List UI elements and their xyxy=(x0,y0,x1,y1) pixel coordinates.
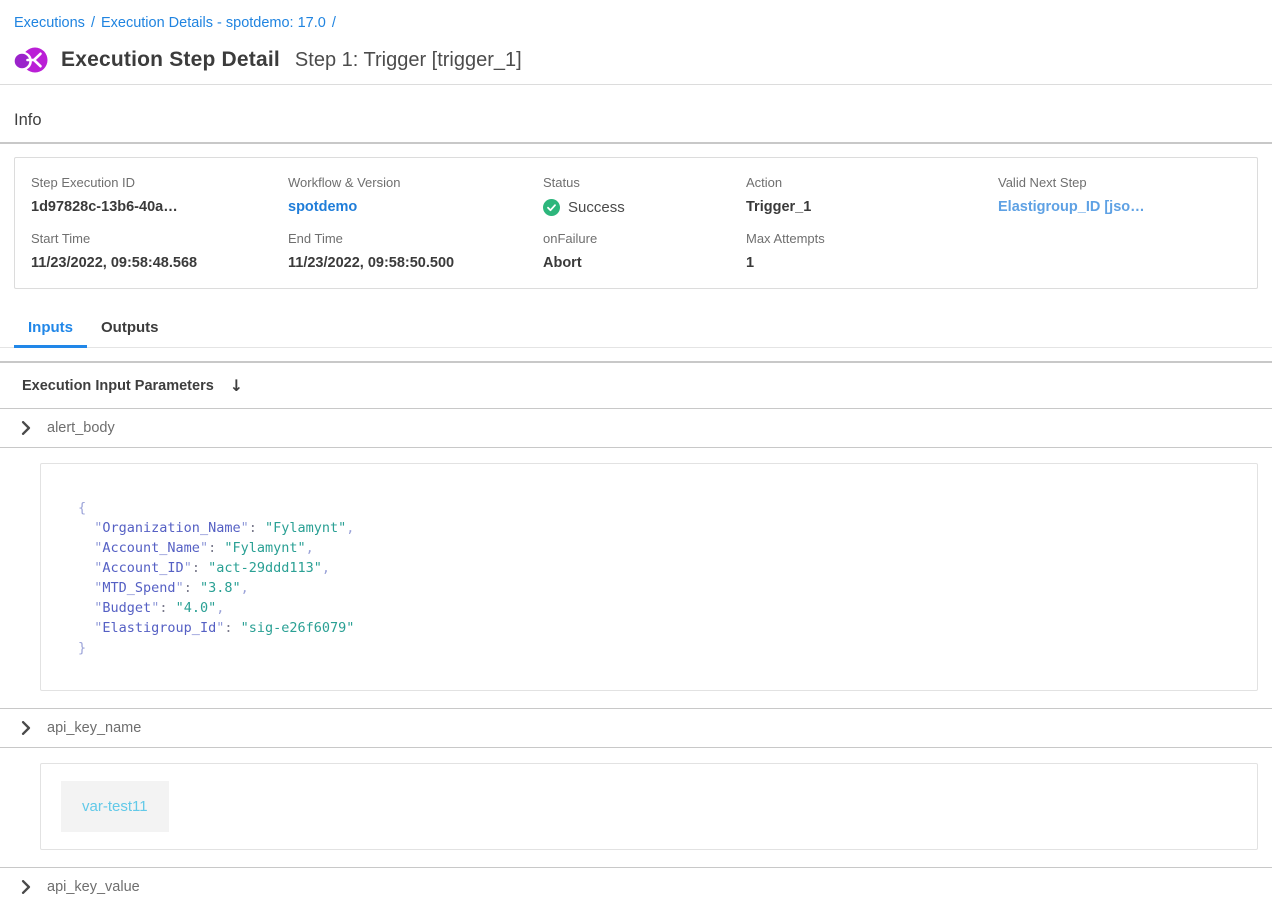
section-row-api-key-name[interactable]: api_key_name xyxy=(0,708,1272,748)
field-label: End Time xyxy=(288,231,543,246)
execution-input-parameters-label: Execution Input Parameters xyxy=(22,378,214,394)
valid-next-step-link[interactable]: Elastigroup_ID [jso… xyxy=(998,199,1241,215)
field-step-execution-id: Step Execution ID 1d97828c-13b6-40a… xyxy=(31,175,288,216)
breadcrumb-link-execution-details[interactable]: Execution Details - spotdemo: 17.0 xyxy=(101,15,326,31)
field-workflow-version: Workflow & Version spotdemo xyxy=(288,175,543,216)
page-subtitle: Step 1: Trigger [trigger_1] xyxy=(295,49,522,72)
breadcrumb-link-executions[interactable]: Executions xyxy=(14,15,85,31)
field-label: Status xyxy=(543,175,746,190)
section-label: api_key_value xyxy=(47,879,140,895)
field-max-attempts: Max Attempts 1 xyxy=(746,231,998,271)
divider xyxy=(0,142,1272,144)
tab-outputs[interactable]: Outputs xyxy=(87,313,173,348)
divider xyxy=(0,84,1272,85)
json-code-block: { "Organization_Name": "Fylamynt", "Acco… xyxy=(41,464,1257,658)
arrow-down-icon[interactable]: ↓ xyxy=(230,376,243,395)
field-value: 1 xyxy=(746,255,998,271)
api-key-name-value-card: var-test11 xyxy=(40,763,1258,850)
field-end-time: End Time 11/23/2022, 09:58:50.500 xyxy=(288,231,543,271)
success-check-icon xyxy=(543,199,560,216)
field-label: Step Execution ID xyxy=(31,175,288,190)
status-badge: Success xyxy=(568,199,625,216)
field-value: 11/23/2022, 09:58:50.500 xyxy=(288,255,543,271)
chevron-right-icon xyxy=(20,880,32,894)
field-label: Start Time xyxy=(31,231,288,246)
tab-inputs[interactable]: Inputs xyxy=(14,313,87,348)
section-row-api-key-value[interactable]: api_key_value xyxy=(0,867,1272,906)
field-action: Action Trigger_1 xyxy=(746,175,998,216)
page-header: Execution Step Detail Step 1: Trigger [t… xyxy=(14,44,1258,76)
breadcrumb: Executions / Execution Details - spotdemo:… xyxy=(0,0,1272,31)
field-value: 11/23/2022, 09:58:48.568 xyxy=(31,255,288,271)
field-start-time: Start Time 11/23/2022, 09:58:48.568 xyxy=(31,231,288,271)
field-value: Trigger_1 xyxy=(746,199,998,215)
field-label: onFailure xyxy=(543,231,746,246)
field-status: Status Success xyxy=(543,175,746,216)
execution-input-parameters-header[interactable]: Execution Input Parameters ↓ xyxy=(0,361,1272,409)
section-row-alert-body[interactable]: alert_body xyxy=(0,409,1272,448)
api-key-name-value: var-test11 xyxy=(61,781,169,832)
field-value: Abort xyxy=(543,255,746,271)
fylamynt-logo-icon xyxy=(14,45,48,75)
tab-bar: Inputs Outputs xyxy=(0,313,1272,348)
field-onfailure: onFailure Abort xyxy=(543,231,746,271)
info-card: Step Execution ID 1d97828c-13b6-40a… Wor… xyxy=(14,157,1258,289)
info-section-heading: Info xyxy=(14,111,1258,130)
field-label: Max Attempts xyxy=(746,231,998,246)
field-value: 1d97828c-13b6-40a… xyxy=(31,199,288,215)
chevron-right-icon xyxy=(20,721,32,735)
alert-body-value-card: { "Organization_Name": "Fylamynt", "Acco… xyxy=(40,463,1258,691)
field-label: Workflow & Version xyxy=(288,175,543,190)
breadcrumb-separator: / xyxy=(91,15,95,31)
field-label: Action xyxy=(746,175,998,190)
field-valid-next-step: Valid Next Step Elastigroup_ID [jso… xyxy=(998,175,1241,216)
section-label: alert_body xyxy=(47,420,115,436)
breadcrumb-separator: / xyxy=(332,15,336,31)
workflow-link[interactable]: spotdemo xyxy=(288,199,543,215)
chevron-right-icon xyxy=(20,421,32,435)
field-label: Valid Next Step xyxy=(998,175,1241,190)
page-title: Execution Step Detail xyxy=(61,48,280,72)
section-label: api_key_name xyxy=(47,720,141,736)
